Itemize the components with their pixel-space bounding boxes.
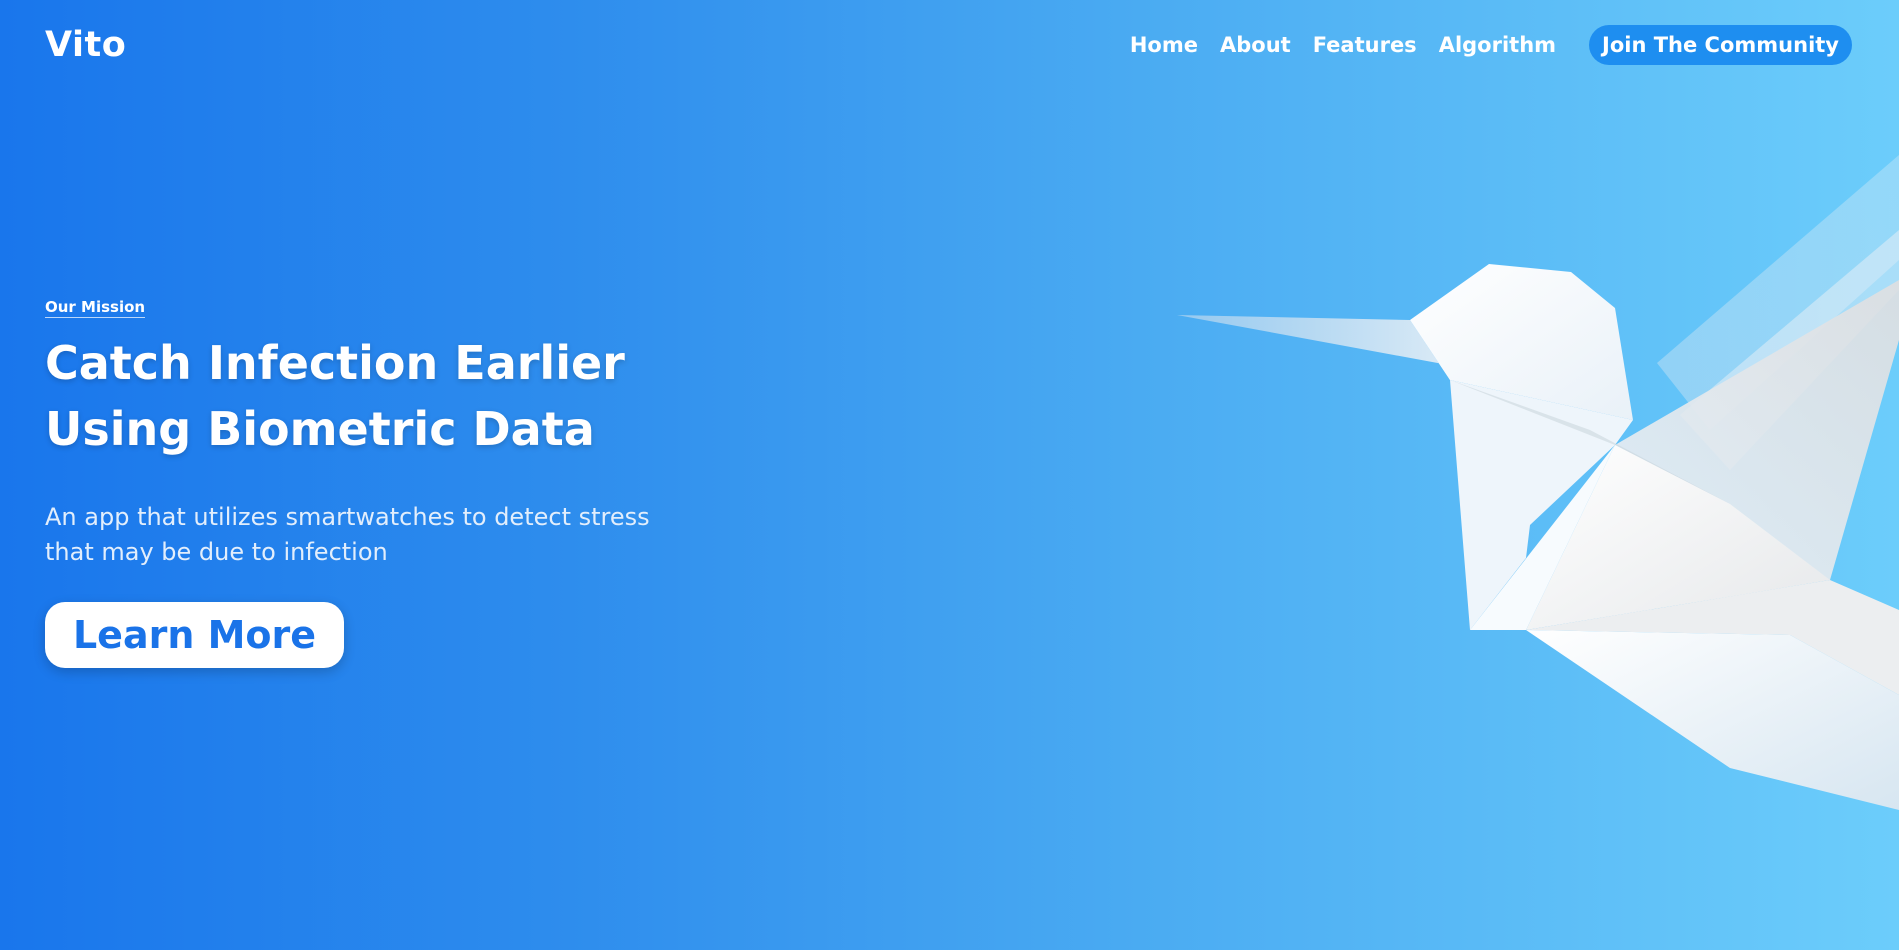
site-header: Vito Home About Features Algorithm Join … bbox=[0, 0, 1899, 92]
nav-link-algorithm[interactable]: Algorithm bbox=[1439, 33, 1556, 57]
learn-more-button[interactable]: Learn More bbox=[45, 602, 344, 668]
hero-headline-line1: Catch Infection Earlier bbox=[45, 336, 625, 390]
logo[interactable]: Vito bbox=[45, 25, 126, 65]
hero-headline-line2: Using Biometric Data bbox=[45, 402, 595, 456]
nav-link-features[interactable]: Features bbox=[1313, 33, 1417, 57]
main-nav: Home About Features Algorithm Join The C… bbox=[1108, 25, 1852, 65]
hero-subtext: An app that utilizes smartwatches to det… bbox=[45, 503, 650, 566]
hero-eyebrow: Our Mission bbox=[45, 298, 146, 318]
origami-bird-icon bbox=[1177, 155, 1899, 810]
nav-link-about[interactable]: About bbox=[1220, 33, 1291, 57]
hero-section: Our Mission Catch Infection Earlier Usin… bbox=[45, 297, 745, 668]
join-community-button[interactable]: Join The Community bbox=[1589, 25, 1852, 65]
nav-link-home[interactable]: Home bbox=[1130, 33, 1198, 57]
hero-headline: Catch Infection Earlier Using Biometric … bbox=[45, 330, 745, 462]
